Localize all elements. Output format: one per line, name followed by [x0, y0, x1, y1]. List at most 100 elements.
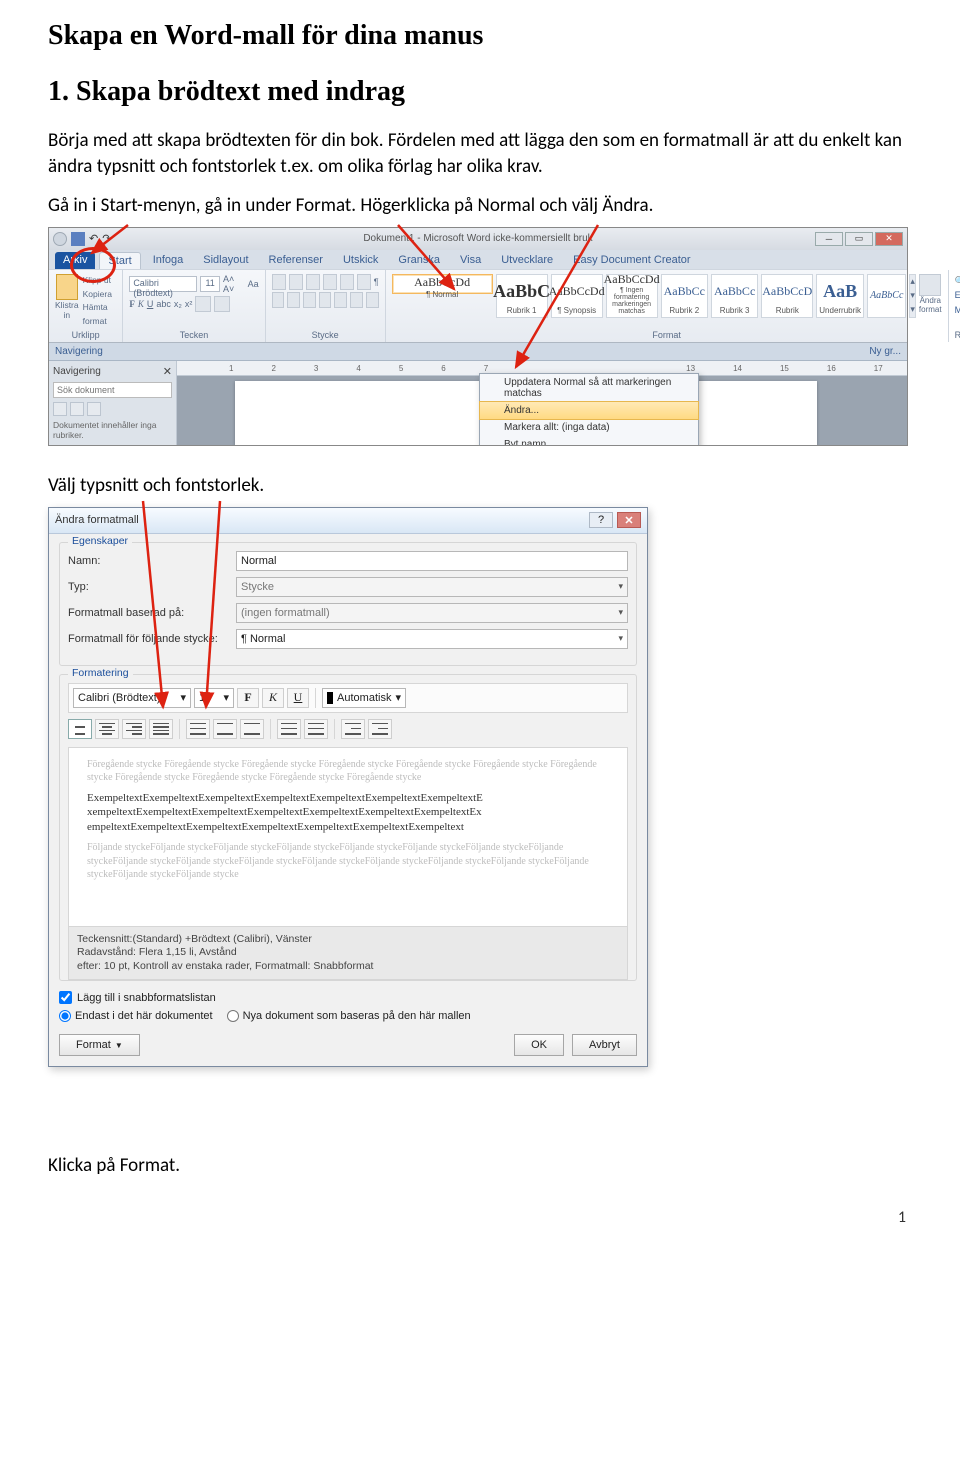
underline-button[interactable]: U: [287, 688, 309, 708]
single-spacing-button[interactable]: [186, 719, 210, 739]
font-name-select[interactable]: Calibri (Brödtext)▾: [73, 688, 191, 708]
change-styles-icon[interactable]: [919, 274, 941, 296]
new-docs-radio[interactable]: [227, 1010, 239, 1022]
replace-button[interactable]: Ersätt: [955, 288, 960, 302]
style-normal[interactable]: AaBbCcDd¶ Normal: [392, 274, 493, 294]
paste-button[interactable]: Klistra in: [55, 274, 79, 328]
tab-utskick[interactable]: Utskick: [335, 252, 386, 269]
nav-label: Navigering: [55, 346, 103, 357]
ribbon-tabs: Arkiv Start Infoga Sidlayout Referenser …: [49, 250, 907, 269]
dialog-help-button[interactable]: ?: [589, 512, 613, 528]
following-select[interactable]: ¶ Normal▾: [236, 629, 628, 649]
tab-start[interactable]: Start: [99, 252, 140, 269]
onehalf-spacing-button[interactable]: [213, 719, 237, 739]
align-center-icon[interactable]: [287, 292, 300, 308]
align-right-icon[interactable]: [303, 292, 316, 308]
space-before-button[interactable]: [277, 719, 301, 739]
nav-tab1-icon[interactable]: [53, 402, 67, 416]
style-more[interactable]: AaBbCc: [867, 274, 906, 318]
double-spacing-button[interactable]: [240, 719, 264, 739]
cancel-button[interactable]: Avbryt: [572, 1034, 637, 1056]
style-rubrik3[interactable]: AaBbCcRubrik 3: [711, 274, 758, 318]
menu-rename[interactable]: Byt namn: [480, 436, 698, 445]
style-rubrik[interactable]: AaBbCcDRubrik: [761, 274, 813, 318]
numbering-icon[interactable]: [289, 274, 303, 290]
tab-utvecklare[interactable]: Utvecklare: [493, 252, 561, 269]
multilevel-icon[interactable]: [306, 274, 320, 290]
indent-icon[interactable]: [340, 274, 354, 290]
this-doc-radio[interactable]: [59, 1010, 71, 1022]
menu-modify[interactable]: Ändra...: [479, 401, 699, 420]
newgroup-label[interactable]: Ny gr...: [869, 346, 901, 357]
menu-update[interactable]: Uppdatera Normal så att markeringen matc…: [480, 374, 698, 402]
preview-prev-para: Föregående stycke Föregående stycke Före…: [87, 758, 609, 785]
justify-icon[interactable]: [319, 292, 332, 308]
font-group-label: Tecken: [129, 330, 258, 340]
bullets-icon[interactable]: [272, 274, 286, 290]
style-rubrik1[interactable]: AaBbCRubrik 1: [496, 274, 548, 318]
ribbon: Klistra in Klipp ut Kopiera Hämta format…: [49, 269, 907, 343]
format-dropdown-button[interactable]: Format▼: [59, 1034, 140, 1056]
tab-arkiv[interactable]: Arkiv: [55, 252, 95, 269]
align-left-button[interactable]: [68, 719, 92, 739]
select-button[interactable]: Markera: [955, 303, 960, 317]
style-AaB[interactable]: AaBUnderrubrik: [816, 274, 864, 318]
styles-expand[interactable]: ▴▾▾: [909, 274, 916, 318]
menu-selectall[interactable]: Markera allt: (inga data): [480, 419, 698, 436]
borders-icon[interactable]: [366, 292, 379, 308]
style-rubrik2[interactable]: AaBbCcRubrik 2: [661, 274, 708, 318]
word-window: ↶ ↷ Dokument1 - Microsoft Word icke-komm…: [48, 227, 908, 446]
tab-referenser[interactable]: Referenser: [261, 252, 331, 269]
tab-sidlayout[interactable]: Sidlayout: [195, 252, 256, 269]
properties-group: Egenskaper Namn: Normal Typ: Stycke▾ For…: [59, 542, 637, 666]
name-field[interactable]: Normal: [236, 551, 628, 571]
nav-tab3-icon[interactable]: [87, 402, 101, 416]
linespacing-icon[interactable]: [334, 292, 347, 308]
tab-infoga[interactable]: Infoga: [145, 252, 192, 269]
align-left-icon[interactable]: [272, 292, 285, 308]
following-label: Formatmall för följande stycke:: [68, 633, 236, 645]
style-nomatch[interactable]: AaBbCcDd¶ Ingen formatering markeringen …: [606, 274, 658, 318]
nav-tab2-icon[interactable]: [70, 402, 84, 416]
dialog-title: Ändra formatmall: [55, 514, 139, 526]
navpane-close-icon[interactable]: ✕: [163, 365, 172, 378]
style-synopsis[interactable]: AaBbCcDd¶ Synopsis: [551, 274, 603, 318]
nav-empty-msg: Dokumentet innehåller inga rubriker.: [53, 420, 172, 440]
tab-granska[interactable]: Granska: [390, 252, 448, 269]
copy-button[interactable]: Kopiera: [83, 288, 117, 302]
name-label: Namn:: [68, 555, 236, 567]
format-painter-button[interactable]: Hämta format: [83, 301, 117, 328]
space-after-button[interactable]: [304, 719, 328, 739]
properties-label: Egenskaper: [68, 535, 132, 547]
add-quickstyle-checkbox[interactable]: [59, 991, 72, 1004]
paragraph-group-label: Stycke: [272, 330, 379, 340]
tab-visa[interactable]: Visa: [452, 252, 489, 269]
basedon-label: Formatmall baserad på:: [68, 607, 236, 619]
shading-icon[interactable]: [350, 292, 363, 308]
font-name-combo[interactable]: Calibri (Brödtext): [129, 276, 197, 292]
search-input[interactable]: [53, 382, 172, 398]
sort-icon[interactable]: [357, 274, 371, 290]
bold-button[interactable]: F: [237, 688, 259, 708]
ok-button[interactable]: OK: [514, 1034, 564, 1056]
font-color-select[interactable]: Automatisk▾: [322, 688, 406, 708]
step-paragraph-2: Välj typsnitt och fontstorlek.: [48, 473, 912, 499]
dialog-close-button[interactable]: ✕: [617, 512, 641, 528]
font-size-select[interactable]: 11▾: [194, 688, 234, 708]
increase-indent-button[interactable]: [368, 719, 392, 739]
decrease-indent-button[interactable]: [341, 719, 365, 739]
align-right-button[interactable]: [122, 719, 146, 739]
dedent-icon[interactable]: [323, 274, 337, 290]
style-context-menu: Uppdatera Normal så att markeringen matc…: [479, 373, 699, 445]
highlight-icon[interactable]: [195, 296, 211, 312]
align-center-button[interactable]: [95, 719, 119, 739]
italic-button[interactable]: K: [262, 688, 284, 708]
fontcolor-icon[interactable]: [214, 296, 230, 312]
cut-button[interactable]: Klipp ut: [83, 274, 117, 288]
format-toolbar: Calibri (Brödtext)▾ 11▾ F K U Automatisk…: [68, 683, 628, 713]
formatting-group: Formatering Calibri (Brödtext)▾ 11▾ F K …: [59, 674, 637, 982]
tab-edc[interactable]: Easy Document Creator: [565, 252, 698, 269]
justify-button[interactable]: [149, 719, 173, 739]
find-button[interactable]: 🔍 Sök ▾: [955, 274, 960, 288]
font-size-combo[interactable]: 11: [200, 276, 220, 292]
